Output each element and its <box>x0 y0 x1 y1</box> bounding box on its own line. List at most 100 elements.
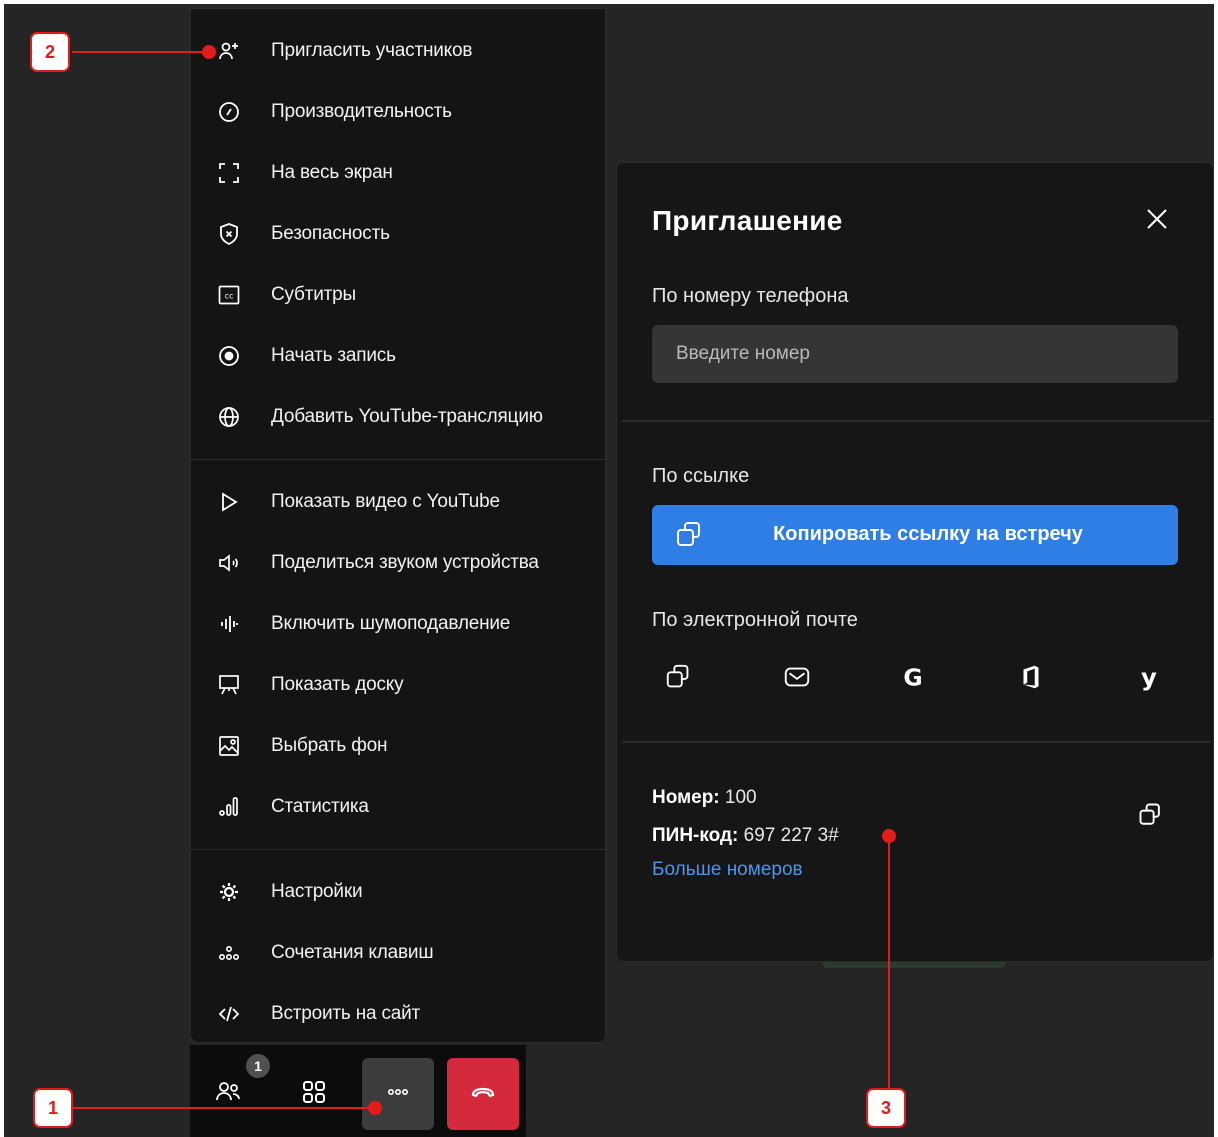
menu-item-embed[interactable]: Встроить на сайт <box>191 986 605 1042</box>
menu-item-label: Показать видео с YouTube <box>271 491 500 512</box>
more-numbers-link[interactable]: Больше номеров <box>652 859 803 881</box>
menu-item-label: Добавить YouTube-трансляцию <box>271 406 543 427</box>
menu-item-label: Безопасность <box>271 223 390 244</box>
link-section-label: По ссылке <box>652 465 750 487</box>
copy-dial-in-button[interactable] <box>1133 799 1169 835</box>
menu-item-label: Встроить на сайт <box>271 1003 421 1024</box>
number-value: 100 <box>724 787 757 808</box>
yandex-icon: y <box>1134 662 1164 697</box>
menu-item-fullscreen[interactable]: На весь экран <box>191 145 605 201</box>
menu-item-subtitles[interactable]: cc Субтитры <box>191 267 605 323</box>
close-button[interactable] <box>1141 205 1173 237</box>
annotation-dot <box>368 1101 382 1115</box>
shield-icon <box>215 220 243 248</box>
annotation-line <box>72 1107 374 1109</box>
grid-view-button[interactable] <box>278 1058 350 1130</box>
menu-item-performance[interactable]: Производительность <box>191 84 605 140</box>
menu-item-label: Субтитры <box>271 284 356 305</box>
menu-item-label: Показать доску <box>271 674 404 695</box>
menu-item-background[interactable]: Выбрать фон <box>191 718 605 774</box>
gear-icon <box>215 878 243 906</box>
mail-client-button[interactable] <box>777 659 817 699</box>
google-mail-button[interactable]: G <box>893 659 933 699</box>
annotation-line <box>72 51 210 53</box>
email-section-label: По электронной почте <box>652 609 858 631</box>
waveform-icon <box>215 610 243 638</box>
copy-meeting-link-label: Копировать ссылку на встречу <box>773 523 1083 545</box>
menu-divider <box>191 459 605 460</box>
speaker-icon <box>215 549 243 577</box>
menu-item-settings[interactable]: Настройки <box>191 864 605 920</box>
menu-item-noise-suppression[interactable]: Включить шумоподавление <box>191 596 605 652</box>
phone-input[interactable] <box>652 325 1178 383</box>
number-label: Номер: <box>652 787 720 808</box>
globe-icon <box>215 403 243 431</box>
hangup-icon <box>467 1076 499 1113</box>
menu-divider <box>191 849 605 850</box>
gauge-icon <box>215 98 243 126</box>
pin-value: 697 227 3# <box>743 825 839 846</box>
phone-section-label: По номеру телефона <box>652 285 849 307</box>
svg-text:G: G <box>903 663 922 691</box>
more-options-menu: Пригласить участников Производительность… <box>190 8 606 1043</box>
keyboard-shortcuts-icon <box>215 939 243 967</box>
office-mail-button[interactable] <box>1011 659 1051 699</box>
pin-label: ПИН-код: <box>652 825 739 846</box>
menu-item-label: Включить шумоподавление <box>271 613 511 634</box>
code-icon <box>215 1000 243 1028</box>
cc-icon: cc <box>215 281 243 309</box>
stats-icon <box>215 793 243 821</box>
more-options-button[interactable] <box>362 1058 434 1130</box>
google-icon: G <box>898 662 928 697</box>
copy-icon <box>664 662 694 697</box>
record-icon <box>215 342 243 370</box>
menu-item-youtube-stream[interactable]: Добавить YouTube-трансляцию <box>191 389 605 445</box>
copy-email-button[interactable] <box>659 659 699 699</box>
menu-item-security[interactable]: Безопасность <box>191 206 605 262</box>
svg-text:y: y <box>1141 662 1157 691</box>
menu-item-label: Производительность <box>271 101 452 122</box>
add-user-icon <box>215 37 243 65</box>
close-icon <box>1146 208 1168 235</box>
menu-item-label: Настройки <box>271 881 363 902</box>
copy-meeting-link-button[interactable]: Копировать ссылку на встречу <box>652 505 1178 565</box>
dial-in-number: Номер: 100 <box>652 787 757 809</box>
mail-icon <box>782 662 812 697</box>
menu-item-label: Пригласить участников <box>271 40 473 61</box>
play-icon <box>215 488 243 516</box>
yandex-mail-button[interactable]: y <box>1129 659 1169 699</box>
more-icon <box>382 1076 414 1113</box>
invite-panel: Приглашение По номеру телефона По ссылке… <box>616 162 1214 962</box>
annotation-dot <box>202 45 216 59</box>
menu-item-label: Выбрать фон <box>271 735 388 756</box>
panel-divider <box>622 741 1210 743</box>
menu-item-label: На весь экран <box>271 162 393 183</box>
participants-count-badge: 1 <box>246 1054 270 1078</box>
menu-item-record[interactable]: Начать запись <box>191 328 605 384</box>
menu-item-share-audio[interactable]: Поделиться звуком устройства <box>191 535 605 591</box>
copy-icon <box>1137 801 1165 834</box>
menu-item-whiteboard[interactable]: Показать доску <box>191 657 605 713</box>
whiteboard-icon <box>215 671 243 699</box>
menu-item-label: Статистика <box>271 796 369 817</box>
menu-item-shortcuts[interactable]: Сочетания клавиш <box>191 925 605 981</box>
hangup-button[interactable] <box>447 1058 519 1130</box>
image-icon <box>215 732 243 760</box>
svg-text:cc: cc <box>225 292 234 301</box>
annotation-dot <box>882 829 896 843</box>
menu-item-label: Поделиться звуком устройства <box>271 552 539 573</box>
annotation-line <box>888 836 890 1092</box>
menu-item-youtube-video[interactable]: Показать видео с YouTube <box>191 474 605 530</box>
menu-item-label: Начать запись <box>271 345 396 366</box>
panel-title: Приглашение <box>652 205 843 236</box>
menu-item-statistics[interactable]: Статистика <box>191 779 605 835</box>
panel-divider <box>622 420 1210 422</box>
fullscreen-icon <box>215 159 243 187</box>
dial-in-pin: ПИН-код: 697 227 3# <box>652 825 839 847</box>
annotation-marker: 3 <box>866 1088 906 1128</box>
office-icon <box>1016 662 1046 697</box>
annotation-marker: 1 <box>33 1088 73 1128</box>
menu-item-invite[interactable]: Пригласить участников <box>191 23 605 79</box>
menu-item-label: Сочетания клавиш <box>271 942 434 963</box>
annotation-marker: 2 <box>30 32 70 72</box>
